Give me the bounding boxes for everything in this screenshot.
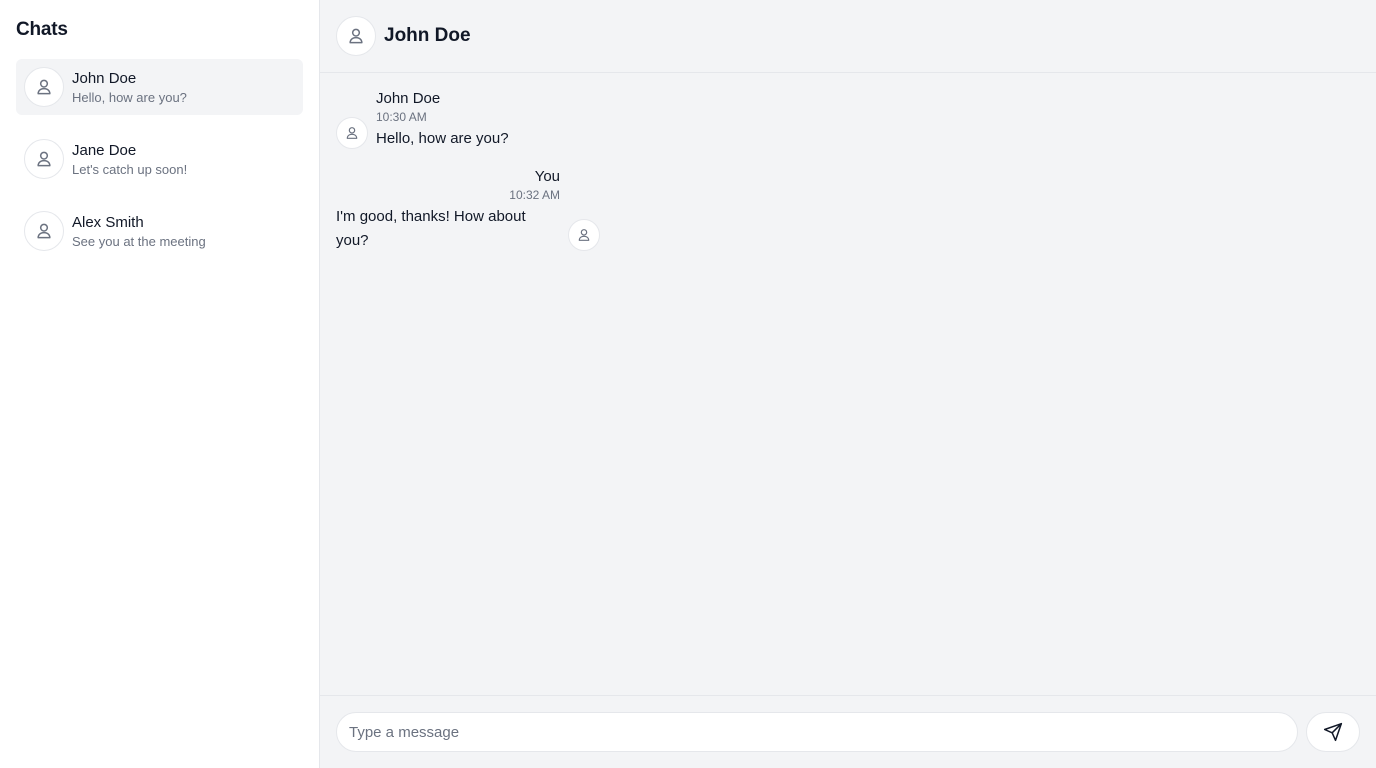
chat-meta: Jane Doe Let's catch up soon!	[72, 141, 187, 178]
user-icon	[37, 151, 51, 167]
sidebar: Chats John Doe Hello, how are you? Jane …	[0, 0, 320, 768]
send-icon	[1323, 722, 1343, 742]
message-outgoing: You 10:32 AM I'm good, thanks! How about…	[336, 167, 600, 253]
chat-preview: Hello, how are you?	[72, 89, 187, 105]
message-input[interactable]	[336, 712, 1298, 752]
chat-name: Jane Doe	[72, 141, 137, 159]
avatar	[336, 16, 376, 56]
message-sender: You	[534, 168, 560, 185]
avatar	[24, 67, 64, 107]
conversation-title: John Doe	[384, 25, 471, 46]
avatar	[568, 219, 600, 251]
chat-name: Alex Smith	[72, 213, 144, 231]
user-icon	[349, 28, 363, 44]
chat-list: John Doe Hello, how are you? Jane Doe Le…	[16, 59, 303, 259]
message-list: John Doe 10:30 AM Hello, how are you? Yo…	[320, 73, 1376, 695]
chat-preview: Let's catch up soon!	[72, 161, 188, 177]
chat-meta: Alex Smith See you at the meeting	[72, 213, 206, 250]
message-text: I'm good, thanks! How about you?	[336, 208, 526, 249]
avatar	[24, 211, 64, 251]
message-sender: John Doe	[376, 90, 441, 107]
chat-name: John Doe	[72, 69, 137, 87]
user-icon	[37, 223, 51, 239]
message-incoming: John Doe 10:30 AM Hello, how are you?	[336, 89, 1360, 151]
chat-preview: See you at the meeting	[72, 233, 206, 249]
user-icon	[37, 79, 51, 95]
send-button[interactable]	[1306, 712, 1360, 752]
user-icon	[578, 229, 590, 241]
user-icon	[346, 127, 358, 139]
sidebar-title: Chats	[16, 19, 68, 40]
chat-item-jane-doe[interactable]: Jane Doe Let's catch up soon!	[16, 131, 303, 187]
conversation-panel: John Doe John Doe 10:30 AM Hello, how ar…	[320, 0, 1376, 768]
avatar	[24, 139, 64, 179]
chat-app: Chats John Doe Hello, how are you? Jane …	[0, 0, 1376, 768]
avatar	[336, 117, 368, 149]
chat-meta: John Doe Hello, how are you?	[72, 69, 187, 106]
conversation-header: John Doe	[320, 0, 1376, 73]
message-time: 10:32 AM	[509, 188, 560, 202]
chat-item-alex-smith[interactable]: Alex Smith See you at the meeting	[16, 203, 303, 259]
chat-item-john-doe[interactable]: John Doe Hello, how are you?	[16, 59, 303, 115]
message-composer	[320, 695, 1376, 768]
message-time: 10:30 AM	[376, 110, 427, 124]
message-body: You 10:32 AM I'm good, thanks! How about…	[336, 167, 560, 253]
message-text: Hello, how are you?	[376, 130, 509, 147]
message-body: John Doe 10:30 AM Hello, how are you?	[376, 89, 509, 151]
